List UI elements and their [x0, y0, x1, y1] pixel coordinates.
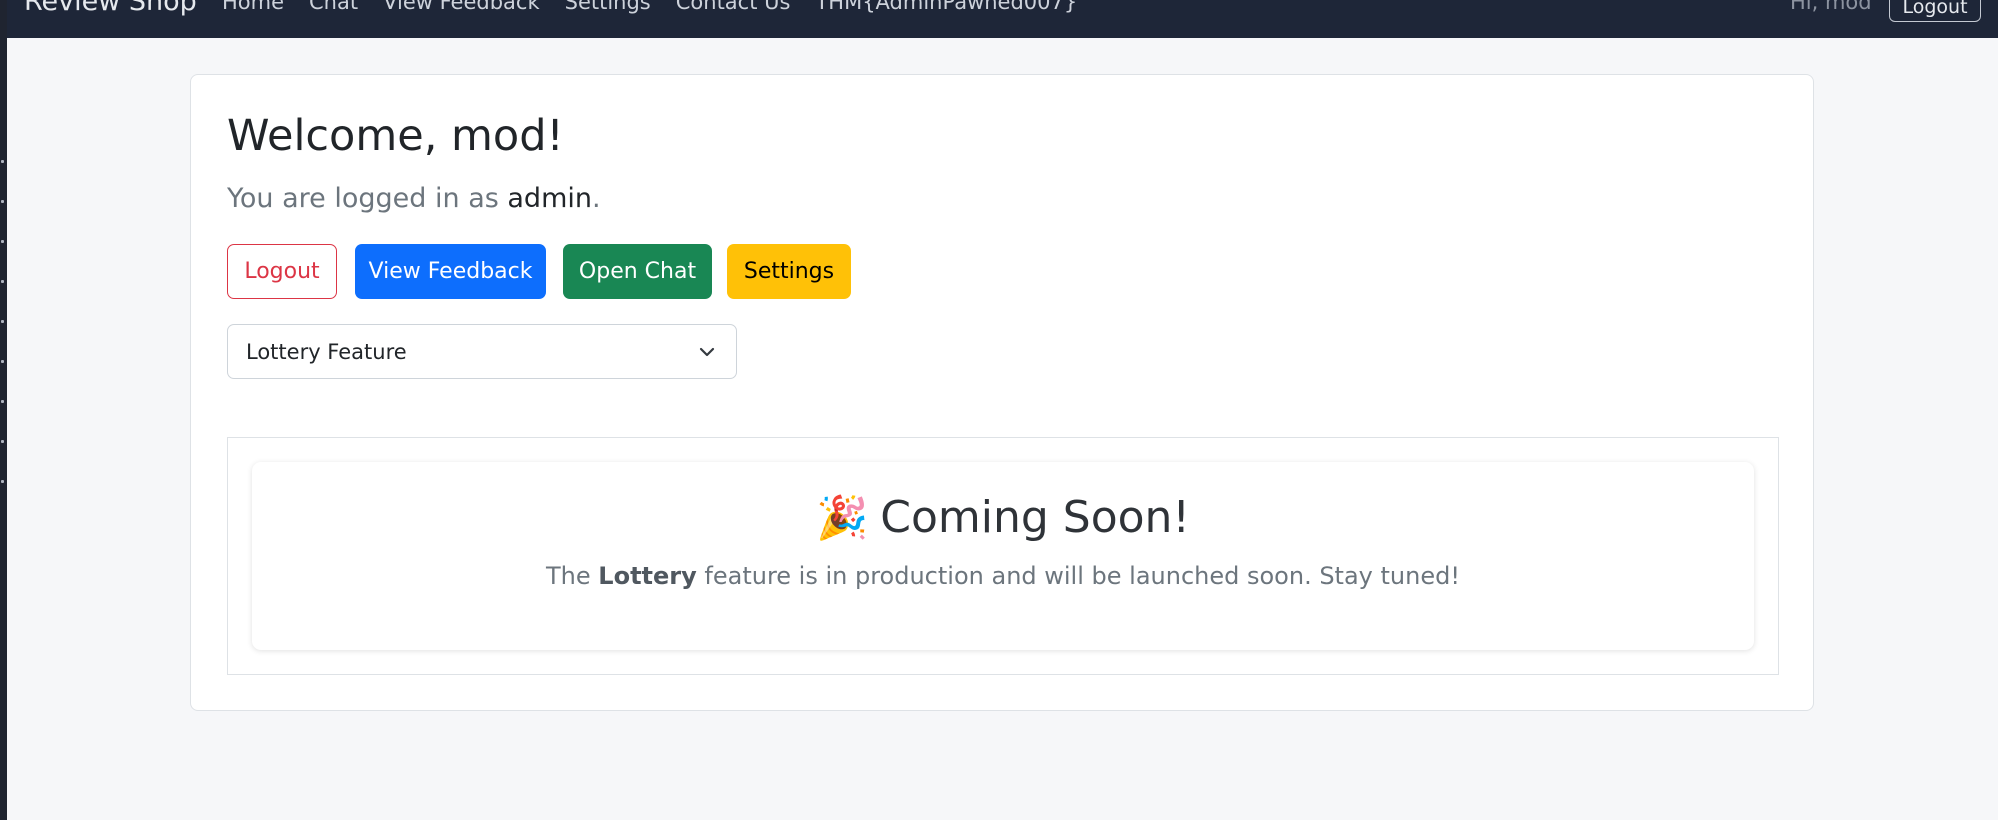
edge-marker: [1, 320, 4, 323]
feature-frame: 🎉 Coming Soon! The Lottery feature is in…: [227, 437, 1779, 675]
navbar-logout-button[interactable]: Logout: [1889, 0, 1981, 22]
description-suffix: feature is in production and will be lau…: [696, 562, 1460, 590]
logged-in-username: admin: [507, 183, 592, 214]
logged-in-prefix: You are logged in as: [227, 183, 508, 214]
top-navbar: Review Shop Home Chat View Feedback Sett…: [7, 0, 1998, 38]
nav-link-flag[interactable]: THM{AdminPawned007}: [815, 0, 1077, 14]
nav-link-settings[interactable]: Settings: [565, 0, 651, 14]
edge-marker: [1, 160, 4, 163]
coming-soon-heading: 🎉 Coming Soon!: [252, 492, 1754, 543]
edge-marker: [1, 480, 4, 483]
window-left-edge: [0, 0, 7, 820]
edge-marker: [1, 440, 4, 443]
navbar-links: Home Chat View Feedback Settings Contact…: [222, 0, 1077, 14]
coming-soon-card: 🎉 Coming Soon! The Lottery feature is in…: [252, 462, 1754, 650]
edge-marker: [1, 360, 4, 363]
settings-button[interactable]: Settings: [727, 244, 851, 299]
party-popper-icon: 🎉: [815, 492, 869, 542]
nav-link-home[interactable]: Home: [222, 0, 284, 14]
edge-marker: [1, 240, 4, 243]
edge-marker: [1, 280, 4, 283]
description-feature-name: Lottery: [598, 562, 697, 590]
nav-link-chat[interactable]: Chat: [309, 0, 358, 14]
logout-button[interactable]: Logout: [227, 244, 337, 299]
navbar-brand[interactable]: Review Shop: [24, 0, 197, 17]
edge-marker: [1, 200, 4, 203]
nav-link-view-feedback[interactable]: View Feedback: [383, 0, 540, 14]
edge-marker: [1, 400, 4, 403]
logged-in-suffix: .: [592, 183, 601, 214]
logged-in-text: You are logged in as admin.: [227, 183, 601, 214]
navbar-greeting: Hi, mod: [1790, 0, 1872, 14]
feature-select[interactable]: Lottery Feature: [227, 324, 737, 379]
open-chat-button[interactable]: Open Chat: [563, 244, 712, 299]
nav-link-contact-us[interactable]: Contact Us: [676, 0, 791, 14]
dashboard-card: Welcome, mod! You are logged in as admin…: [190, 74, 1814, 711]
feature-select-value: Lottery Feature: [246, 339, 407, 364]
view-feedback-button[interactable]: View Feedback: [355, 244, 546, 299]
page-title: Welcome, mod!: [227, 111, 564, 161]
chevron-down-icon: [699, 347, 715, 357]
coming-soon-title: Coming Soon!: [880, 492, 1191, 543]
coming-soon-description: The Lottery feature is in production and…: [252, 562, 1754, 590]
description-prefix: The: [546, 562, 599, 590]
